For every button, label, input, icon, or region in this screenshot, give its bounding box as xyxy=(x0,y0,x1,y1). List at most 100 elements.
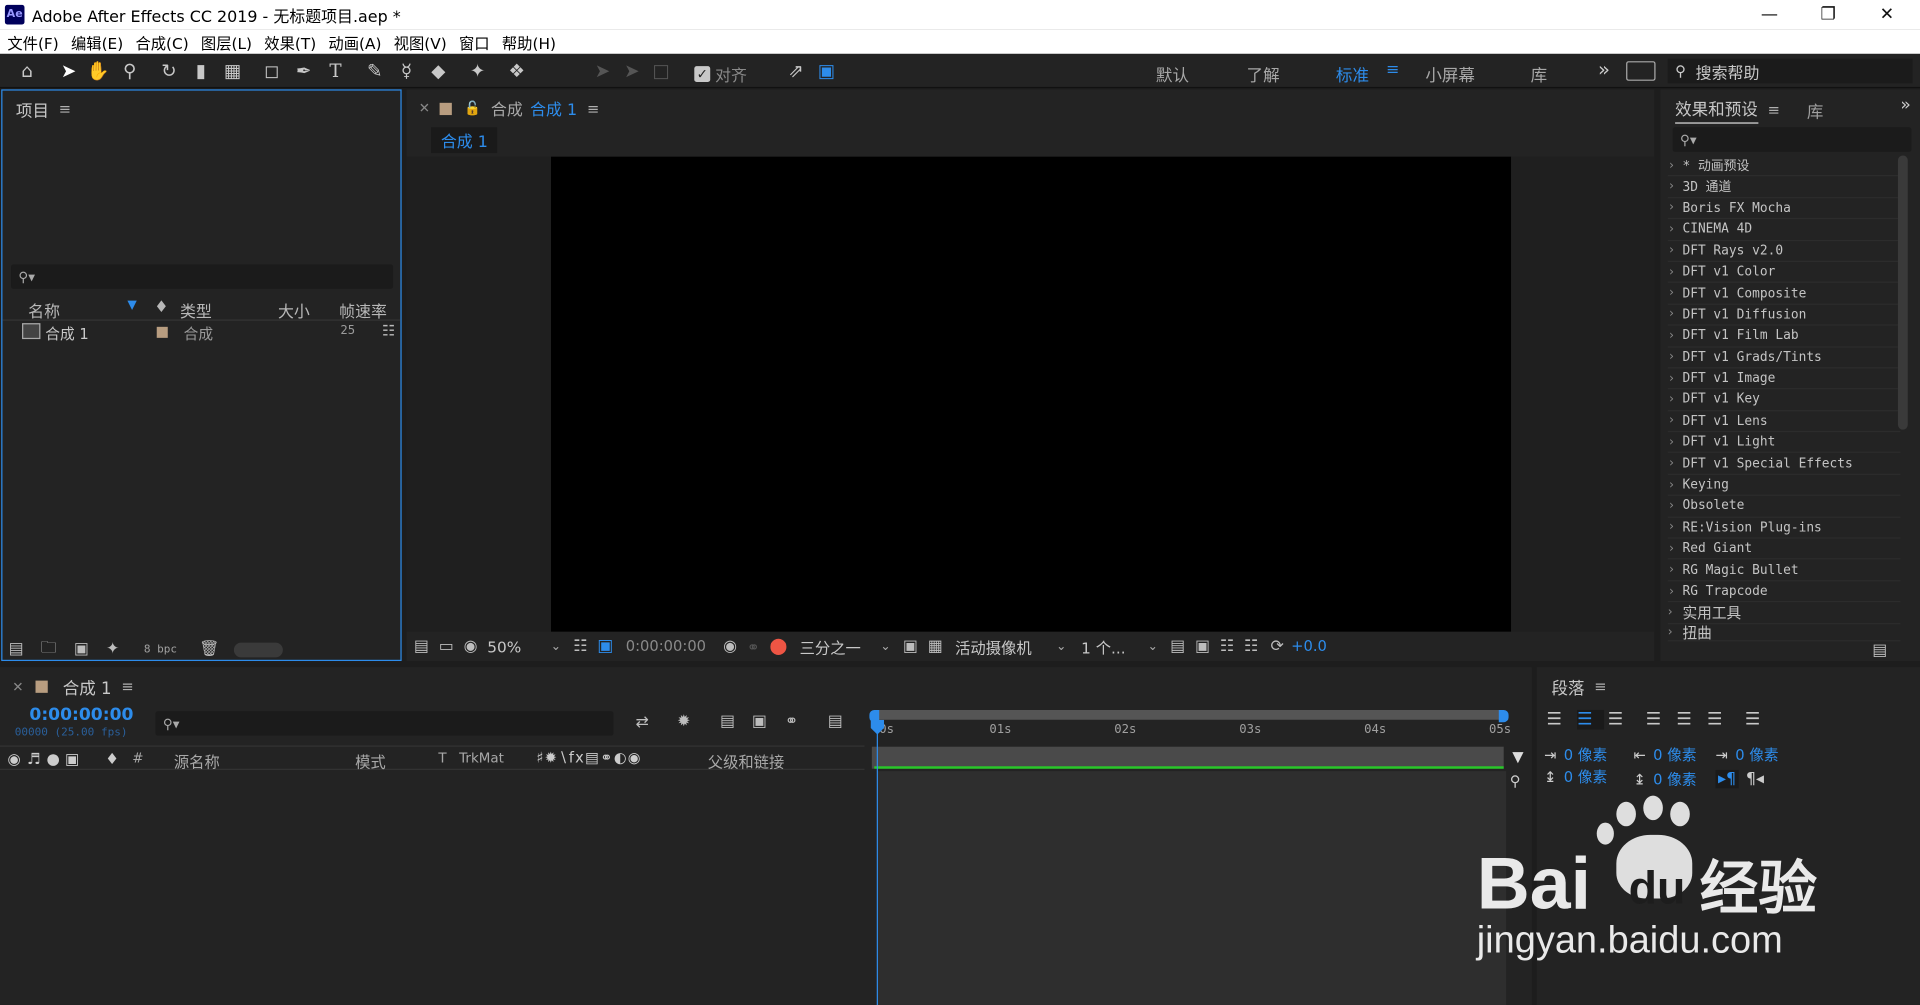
list-item[interactable]: › DFT v1 Image xyxy=(1667,368,1901,390)
sort-arrow-icon[interactable]: ▼ xyxy=(127,299,136,312)
zoom-in-time-icon[interactable]: ⚲ xyxy=(1510,772,1521,789)
timeline-tab-name[interactable]: 合成 1 xyxy=(63,674,112,699)
list-item[interactable]: › Obsolete xyxy=(1667,496,1901,518)
list-item[interactable]: › RG Magic Bullet xyxy=(1667,560,1901,582)
chevron-right-icon[interactable]: › xyxy=(1668,625,1683,638)
frame-blending-icon[interactable]: ▣ xyxy=(752,712,767,730)
graph-editor-icon[interactable]: ▤ xyxy=(828,712,843,730)
chevron-right-icon[interactable]: › xyxy=(1668,286,1683,299)
tab-effects-presets[interactable]: 效果和预设 xyxy=(1675,95,1758,124)
list-item[interactable]: › RG Trapcode xyxy=(1667,581,1901,603)
snap-checkbox-icon[interactable]: ✓ xyxy=(694,66,711,83)
align-center-icon[interactable]: ☰ xyxy=(1577,709,1605,730)
menu-help[interactable]: 帮助(H) xyxy=(502,30,556,53)
menu-view[interactable]: 视图(V) xyxy=(394,30,447,53)
column-size[interactable]: 大小 xyxy=(278,299,310,322)
space-after-field[interactable]: ↨ 0 像素 xyxy=(1633,769,1696,790)
vr-icon[interactable]: ◉ xyxy=(464,637,478,655)
search-help-field[interactable]: ⚲ 搜索帮助 xyxy=(1667,58,1913,84)
rotate-tool-icon[interactable]: ↻ xyxy=(157,59,181,83)
video-eye-icon[interactable]: ◉ xyxy=(7,749,20,767)
justify-all-icon[interactable]: ☰ xyxy=(1745,710,1772,730)
chevron-right-icon[interactable]: › xyxy=(1668,478,1683,491)
snap-edge-icon[interactable]: ⇗ xyxy=(784,59,808,83)
indent-right-value[interactable]: 0 像素 xyxy=(1653,744,1696,765)
comp-tab-name[interactable]: 合成 1 xyxy=(530,97,577,120)
justify-last-right-icon[interactable]: ☰ xyxy=(1707,710,1734,730)
workspace-libraries[interactable]: 库 xyxy=(1531,61,1548,86)
effects-search-input[interactable]: ⚲▾ xyxy=(1672,127,1912,152)
comp-viewer-area[interactable] xyxy=(406,156,1655,632)
menu-window[interactable]: 窗口 xyxy=(459,30,490,53)
channels-icon[interactable]: ⬤ xyxy=(770,637,788,655)
new-preset-icon[interactable]: ▤ xyxy=(1872,641,1887,659)
list-item[interactable]: › DFT v1 Light xyxy=(1667,432,1901,454)
tab-libraries[interactable]: 库 xyxy=(1807,97,1824,122)
eraser-tool-icon[interactable]: ◆ xyxy=(426,59,450,83)
draft-3d-icon[interactable]: ▣ xyxy=(1195,637,1210,655)
flowchart-icon[interactable]: ☷ xyxy=(1244,637,1258,655)
pen-tool-icon[interactable]: ✒ xyxy=(291,59,315,83)
list-item[interactable]: › DFT v1 Diffusion xyxy=(1667,304,1901,326)
interpret-footage-icon[interactable]: ▤ xyxy=(9,640,24,658)
timeline-search-input[interactable]: ⚲▾ xyxy=(155,711,614,736)
project-search-input[interactable]: ⚲▾ xyxy=(11,264,394,289)
snap-feature-icon[interactable]: ▣ xyxy=(814,59,838,83)
new-composition-icon[interactable]: ▣ xyxy=(74,640,89,658)
time-ruler[interactable]: 0s 01s 02s 03s 04s 05s xyxy=(867,722,1511,744)
menu-edit[interactable]: 编辑(E) xyxy=(71,30,123,53)
list-item[interactable]: › DFT v1 Composite xyxy=(1667,283,1901,305)
space-after-value[interactable]: 0 像素 xyxy=(1653,769,1696,790)
project-item-row[interactable]: 合成 1 合成 25 ☷ xyxy=(2,322,400,344)
list-item[interactable]: › * 动画预设 xyxy=(1667,155,1901,177)
workspace-learn[interactable]: 了解 xyxy=(1247,61,1280,86)
camera-tool-icon[interactable]: ▮ xyxy=(189,59,213,83)
snap-toggle[interactable]: ✓ 对齐 xyxy=(694,62,747,86)
chevron-right-icon[interactable]: › xyxy=(1668,329,1683,342)
justify-last-left-icon[interactable]: ☰ xyxy=(1646,710,1673,730)
menu-composition[interactable]: 合成(C) xyxy=(135,30,188,53)
list-item[interactable]: › RE:Vision Plug-ins xyxy=(1667,517,1901,539)
layer-track-area[interactable] xyxy=(876,771,1507,1005)
trash-icon[interactable]: 🗑 xyxy=(199,640,219,658)
lock-icon[interactable]: 🔓 xyxy=(464,100,481,116)
flowchart-icon[interactable]: ☷ xyxy=(382,322,395,339)
home-icon[interactable]: ⌂ xyxy=(15,59,39,83)
work-area-end-handle[interactable] xyxy=(1498,709,1509,723)
work-area-bar[interactable] xyxy=(871,709,1507,720)
close-tab-icon[interactable]: ✕ xyxy=(419,100,430,116)
chevron-right-icon[interactable]: › xyxy=(1668,180,1683,193)
timeline-menu-icon[interactable]: ≡ xyxy=(121,678,133,695)
toggle-pixel-aspect-icon[interactable]: ▤ xyxy=(1170,637,1185,655)
column-fps[interactable]: 帧速率 xyxy=(339,299,387,322)
column-mode[interactable]: 模式 xyxy=(355,749,386,772)
camera-select[interactable]: 活动摄像机 xyxy=(955,635,1032,658)
chevron-down-icon[interactable]: ⌄ xyxy=(880,640,890,653)
menu-animation[interactable]: 动画(A) xyxy=(328,30,381,53)
chevron-right-icon[interactable]: › xyxy=(1668,223,1683,236)
effects-scrollbar[interactable] xyxy=(1897,155,1908,430)
paragraph-panel-title[interactable]: 段落 xyxy=(1551,674,1584,699)
close-tab-icon[interactable]: ✕ xyxy=(12,679,23,695)
label-tag-icon[interactable]: ♦ xyxy=(105,749,119,767)
puppet-pin-tool-icon[interactable]: ❖ xyxy=(504,59,528,83)
motion-blur-icon[interactable]: ⚭ xyxy=(785,712,798,730)
list-item[interactable]: › DFT v1 Special Effects xyxy=(1667,453,1901,475)
chevron-right-icon[interactable]: › xyxy=(1668,201,1683,214)
draft-3d-icon[interactable]: ✹ xyxy=(677,712,690,730)
chevron-down-icon[interactable]: ⌄ xyxy=(1056,640,1066,653)
type-tool-icon[interactable]: T xyxy=(323,59,347,83)
transparency-grid-icon[interactable]: ▦ xyxy=(928,637,943,655)
chevron-right-icon[interactable]: › xyxy=(1668,606,1683,619)
space-before-value[interactable]: 0 像素 xyxy=(1564,766,1607,787)
adjust-project-icon[interactable]: ✦ xyxy=(106,640,119,658)
chevron-right-icon[interactable]: › xyxy=(1668,308,1683,321)
list-item[interactable]: › DFT Rays v2.0 xyxy=(1667,241,1901,262)
comp-timecode[interactable]: 0:00:00:00 xyxy=(626,638,706,655)
justify-last-center-icon[interactable]: ☰ xyxy=(1676,710,1703,730)
clone-stamp-tool-icon[interactable]: ☿ xyxy=(394,59,418,83)
close-button[interactable]: ✕ xyxy=(1859,0,1915,29)
workspace-overflow-icon[interactable]: » xyxy=(1598,58,1610,81)
effects-panel-menu-icon[interactable]: ≡ xyxy=(1768,101,1780,118)
shy-layers-icon[interactable]: ▤ xyxy=(720,712,735,730)
